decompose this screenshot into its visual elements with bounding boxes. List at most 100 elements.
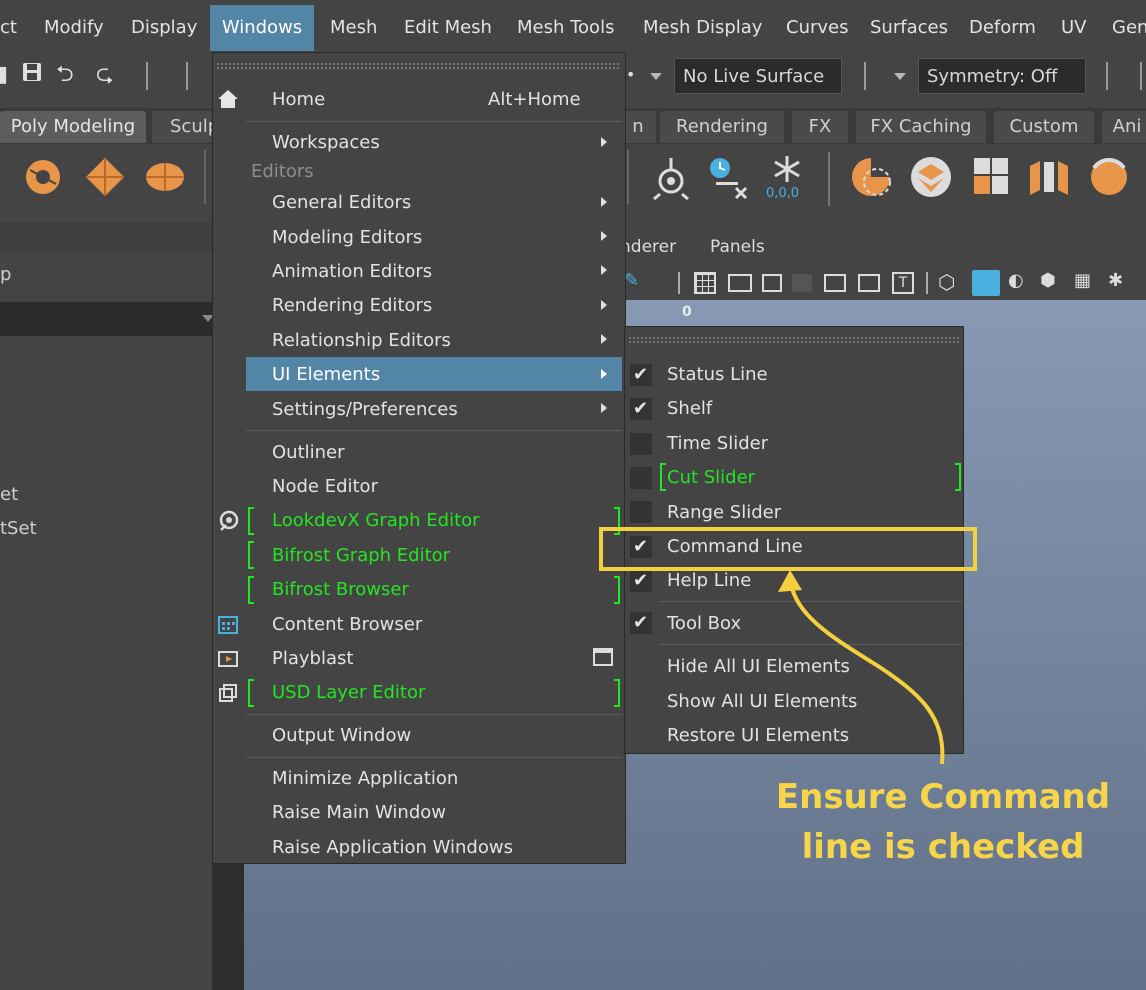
pencil-icon[interactable]: ✎ bbox=[624, 270, 639, 291]
separator bbox=[864, 62, 866, 90]
submenu-arrow-icon bbox=[601, 369, 607, 379]
undo-icon[interactable]: ⮌ bbox=[56, 60, 74, 90]
textured-icon[interactable]: ⬢ bbox=[1040, 270, 1056, 291]
dropdown-arrow-icon[interactable] bbox=[894, 73, 906, 80]
checker-icon[interactable]: ▦ bbox=[1074, 270, 1091, 291]
menu-item-content-browser[interactable]: Content Browser bbox=[272, 609, 422, 641]
menu-item-relationship-editors[interactable]: Relationship Editors bbox=[272, 325, 451, 357]
menu-item-rendering-editors[interactable]: Rendering Editors bbox=[272, 290, 432, 322]
menu-deform[interactable]: Deform bbox=[969, 5, 1036, 51]
viewport-menu-renderer[interactable]: nderer bbox=[620, 237, 676, 257]
smooth-shade-icon[interactable] bbox=[972, 270, 1000, 296]
outliner-item[interactable]: tSet bbox=[0, 518, 37, 539]
menu-item-workspaces[interactable]: Workspaces bbox=[272, 127, 380, 159]
tab-animation-partial[interactable]: Ani bbox=[1102, 111, 1146, 143]
split-cube-icon[interactable] bbox=[1024, 152, 1074, 202]
viewport-menu-panels[interactable]: Panels bbox=[710, 237, 765, 257]
menu-item-playblast[interactable]: Playblast bbox=[272, 643, 353, 675]
menu-item-node-editor[interactable]: Node Editor bbox=[272, 471, 378, 503]
dropdown-arrow-icon[interactable] bbox=[650, 73, 662, 80]
menu-curves[interactable]: Curves bbox=[786, 5, 848, 51]
outliner-field-text[interactable]: p bbox=[0, 264, 11, 285]
gate-mask-icon[interactable] bbox=[792, 274, 812, 292]
torus-icon[interactable] bbox=[18, 152, 68, 202]
lights-icon[interactable]: ✱ bbox=[1108, 270, 1123, 291]
tab-poly-modeling[interactable]: Poly Modeling bbox=[0, 111, 146, 143]
tear-off-handle[interactable] bbox=[216, 62, 620, 70]
layers-icon[interactable] bbox=[906, 152, 956, 202]
freeze-icon[interactable]: 0,0,0 bbox=[762, 152, 812, 202]
tab-fx[interactable]: FX bbox=[792, 111, 848, 143]
sphere-icon[interactable] bbox=[140, 152, 190, 202]
menu-item-animation-editors[interactable]: Animation Editors bbox=[272, 256, 432, 288]
pot-icon[interactable] bbox=[1084, 152, 1134, 202]
menu-item-outliner[interactable]: Outliner bbox=[272, 437, 345, 469]
resolution-gate-icon[interactable] bbox=[762, 274, 782, 292]
menu-item-raise-main-window[interactable]: Raise Main Window bbox=[272, 797, 446, 829]
symmetry-dropdown[interactable]: Symmetry: Off bbox=[918, 58, 1086, 94]
submenu-item-shelf[interactable]: Shelf bbox=[667, 393, 712, 425]
menu-item-minimize-application[interactable]: Minimize Application bbox=[272, 763, 458, 795]
outliner-item[interactable]: et bbox=[0, 484, 18, 505]
menu-separator bbox=[246, 714, 622, 715]
menu-uv[interactable]: UV bbox=[1061, 5, 1087, 51]
tab-custom[interactable]: Custom bbox=[994, 111, 1094, 143]
menu-windows[interactable]: Windows bbox=[210, 5, 314, 51]
menu-mesh[interactable]: Mesh bbox=[330, 5, 377, 51]
submenu-item-status-line[interactable]: Status Line bbox=[667, 359, 768, 391]
open-scene-icon[interactable]: ▮ bbox=[0, 60, 8, 90]
menu-item-general-editors[interactable]: General Editors bbox=[272, 187, 411, 219]
menu-surfaces[interactable]: Surfaces bbox=[870, 5, 948, 51]
menu-item-bifrost-graph-editor[interactable]: Bifrost Graph Editor bbox=[272, 540, 450, 572]
tab-fx-caching[interactable]: FX Caching bbox=[856, 111, 986, 143]
menu-item-raise-application-windows[interactable]: Raise Application Windows bbox=[272, 832, 513, 864]
tab-sculpting[interactable]: Sculp bbox=[152, 111, 219, 143]
submenu-arrow-icon bbox=[601, 403, 607, 413]
menu-generate-partial[interactable]: Gen bbox=[1112, 5, 1146, 51]
range-slider-checkbox[interactable] bbox=[630, 501, 652, 523]
menu-edit-mesh[interactable]: Edit Mesh bbox=[404, 5, 492, 51]
outliner-header bbox=[0, 222, 212, 252]
menu-modify[interactable]: Modify bbox=[44, 5, 104, 51]
green-bracket-left bbox=[248, 507, 254, 535]
time-slider-checkbox[interactable] bbox=[630, 433, 652, 455]
option-box-icon[interactable] bbox=[592, 646, 614, 668]
default-material-icon[interactable]: ◐ bbox=[1008, 270, 1024, 291]
menu-item-settings-preferences[interactable]: Settings/Preferences bbox=[272, 394, 458, 426]
submenu-item-cut-slider[interactable]: Cut Slider bbox=[667, 462, 755, 494]
menu-item-usd-layer-editor[interactable]: USD Layer Editor bbox=[272, 677, 425, 709]
film-gate-icon[interactable] bbox=[728, 274, 752, 292]
live-surface-field[interactable]: No Live Surface bbox=[674, 58, 842, 94]
safe-title-icon[interactable]: T bbox=[892, 272, 914, 294]
live-toggle-icon[interactable]: • bbox=[626, 60, 635, 90]
menu-item-lookdevx-graph-editor[interactable]: LookdevX Graph Editor bbox=[272, 505, 480, 537]
menu-item-modeling-editors[interactable]: Modeling Editors bbox=[272, 222, 422, 254]
wireframe-icon[interactable]: ⬡ bbox=[938, 270, 955, 294]
clock-delete-icon[interactable] bbox=[702, 152, 752, 202]
grid-icon[interactable] bbox=[694, 272, 716, 294]
save-scene-icon[interactable] bbox=[20, 60, 44, 93]
cut-slider-checkbox[interactable] bbox=[630, 467, 652, 489]
menu-mesh-tools[interactable]: Mesh Tools bbox=[517, 5, 614, 51]
menu-mesh-display[interactable]: Mesh Display bbox=[643, 5, 762, 51]
submenu-item-range-slider[interactable]: Range Slider bbox=[667, 497, 781, 529]
blocks-icon[interactable] bbox=[966, 152, 1016, 202]
outliner-dropdown[interactable] bbox=[0, 302, 212, 336]
tab-rendering[interactable]: Rendering bbox=[660, 111, 784, 143]
safe-action-icon[interactable] bbox=[858, 274, 880, 292]
pie-select-icon[interactable] bbox=[846, 152, 896, 202]
tear-off-handle[interactable] bbox=[628, 336, 960, 344]
aim-icon[interactable] bbox=[646, 152, 696, 202]
menu-item-ui-elements[interactable]: UI Elements bbox=[272, 359, 380, 391]
menu-item-bifrost-browser[interactable]: Bifrost Browser bbox=[272, 574, 409, 606]
field-chart-icon[interactable] bbox=[824, 274, 846, 292]
submenu-item-tool-box[interactable]: Tool Box bbox=[667, 608, 741, 640]
menu-item-output-window[interactable]: Output Window bbox=[272, 720, 411, 752]
redo-icon[interactable]: ⮎ bbox=[96, 60, 114, 90]
submenu-item-time-slider[interactable]: Time Slider bbox=[667, 428, 768, 460]
diamond-icon[interactable] bbox=[80, 152, 130, 202]
menu-display[interactable]: Display bbox=[131, 5, 197, 51]
panel-divider[interactable] bbox=[212, 856, 244, 990]
menu-select-partial[interactable]: ct bbox=[0, 5, 17, 51]
menu-item-home[interactable]: Home bbox=[272, 84, 325, 116]
